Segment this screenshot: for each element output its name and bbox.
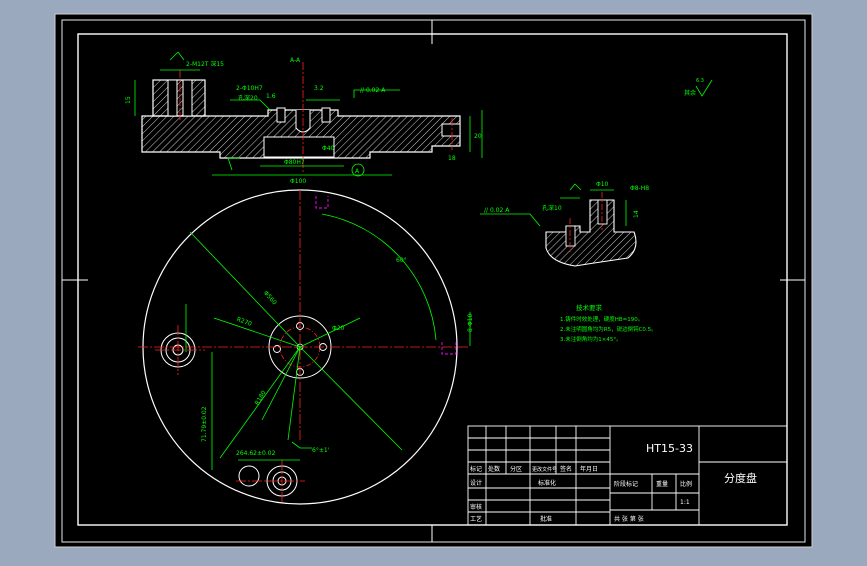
label-review: 审核 (470, 503, 482, 511)
dim-height-20: 20 (474, 133, 482, 140)
label-standard: 标准化 (538, 479, 556, 487)
dim-sect-14: 14 (633, 210, 640, 218)
label-process: 工艺 (470, 515, 482, 523)
tech-line-1: 1.铸件时效处理，硬度HB=190。 (560, 315, 643, 323)
dim-dia-80: Φ80H7 (284, 159, 305, 166)
dim-roughness-top: 1.6 (266, 93, 276, 100)
hdr-count: 处数 (488, 465, 500, 473)
hdr-change: 更改文件号 (532, 466, 557, 473)
section-boss (152, 79, 206, 117)
dim-counterbore: 2-Φ10H7 (236, 85, 263, 92)
hdr-mark: 标记 (470, 465, 482, 473)
dim-height-15: 15 (125, 96, 132, 104)
label-scale: 比例 (680, 480, 692, 488)
dim-thread-top: 2-M12T 深15 (186, 60, 224, 68)
dim-pos-180: 71.79±0.02 (201, 406, 208, 442)
tech-line-3: 3.未注倒角均为1×45°。 (560, 335, 622, 343)
tech-title: 技术要求 (576, 303, 603, 312)
hdr-date: 年月日 (580, 465, 598, 473)
sheet-info: 共 张 第 张 (614, 515, 644, 523)
dim-height-18: 18 (448, 155, 456, 162)
dim-sect-parallel: // 0.02 A (484, 207, 510, 214)
tech-line-2: 2.未注明圆角均为R5，锐边倒钝C0.5。 (560, 325, 657, 333)
hdr-zone: 分区 (510, 465, 522, 473)
roughness-value: 6.3 (696, 78, 704, 84)
dim-dia-20: Φ20 (332, 325, 345, 332)
dim-sect-depth-label: 孔深10 (542, 204, 562, 212)
label-stage: 阶段标记 (614, 480, 638, 488)
cad-viewport: 2-M12T 深15 2-Φ10H7 孔深20 A-A 3.2 // 0.02 … (0, 0, 867, 562)
dim-angle-60: 60° (396, 257, 407, 264)
scale-value: 1:1 (680, 499, 690, 506)
dim-roughness-mid: 3.2 (314, 85, 324, 92)
dim-pos-264: 264.62±0.02 (236, 450, 276, 457)
part-name: 分度盘 (724, 471, 757, 485)
dim-sect-dia: Φ10 (596, 181, 609, 188)
dim-dia-100: Φ100 (290, 178, 306, 185)
roughness-label: 其余 (684, 89, 696, 97)
drawing-canvas: 2-M12T 深15 2-Φ10H7 孔深20 A-A 3.2 // 0.02 … (0, 0, 867, 562)
label-weight: 重量 (656, 480, 668, 488)
hdr-sign: 签名 (560, 465, 572, 473)
label-design: 设计 (470, 479, 482, 487)
label-approve: 批准 (540, 515, 552, 523)
dim-angle-tol: 6°±1' (312, 447, 330, 454)
dim-8h10: 8-Φ10 (467, 313, 474, 332)
dim-sect-depth: Φ8-H8 (630, 185, 649, 192)
dim-counterbore-depth: 孔深20 (238, 94, 258, 102)
dim-parallel-frame: // 0.02 A (360, 87, 386, 94)
dim-dia-40: Φ40 (322, 145, 335, 152)
label-section-top: A-A (290, 57, 301, 64)
material: HT15-33 (646, 442, 693, 455)
